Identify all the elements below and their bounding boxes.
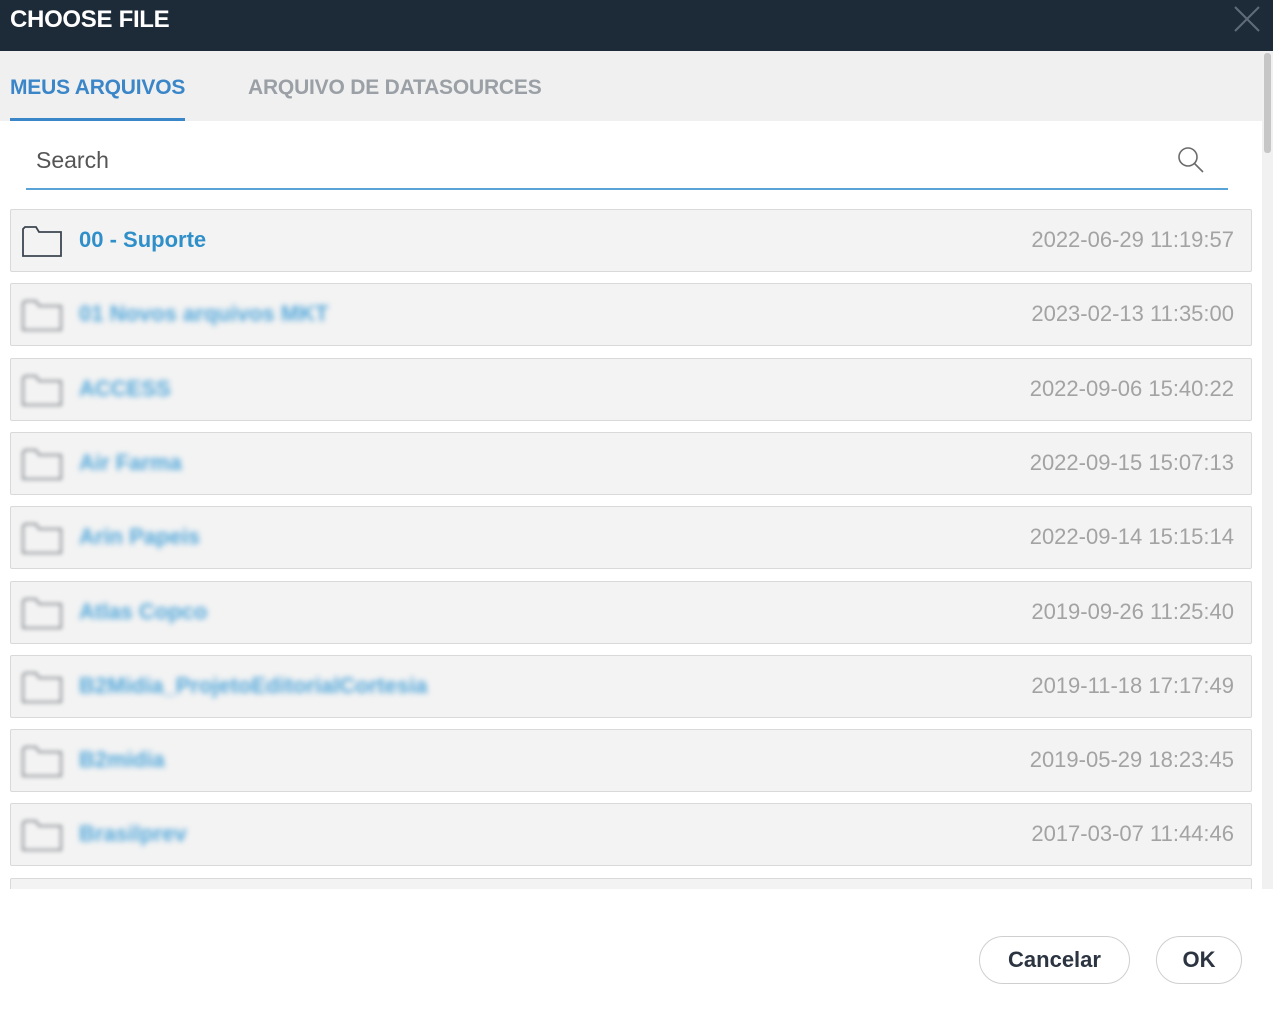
- close-icon[interactable]: [1232, 4, 1262, 34]
- file-name: Arin Papeis: [79, 524, 201, 549]
- folder-icon: [21, 743, 63, 779]
- dialog-title: CHOOSE FILE: [10, 6, 170, 33]
- file-row[interactable]: ACCESS 2022-09-06 15:40:22: [10, 358, 1252, 421]
- search-input[interactable]: [26, 135, 1166, 185]
- file-name: B2midia: [79, 747, 165, 772]
- search-bar: [26, 135, 1228, 190]
- tab-arquivo-de-datasources[interactable]: ARQUIVO DE DATASOURCES: [248, 73, 542, 121]
- file-row[interactable]: Brasilprev 2017-03-07 11:44:46: [10, 803, 1252, 866]
- file-row[interactable]: [10, 878, 1252, 889]
- folder-icon: [21, 223, 63, 259]
- folder-icon: [21, 520, 63, 556]
- file-row[interactable]: B2midia 2019-05-29 18:23:45: [10, 729, 1252, 792]
- folder-icon: [21, 595, 63, 631]
- folder-icon: [21, 817, 63, 853]
- file-row[interactable]: B2Midia_ProjetoEditorialCortesia 2019-11-…: [10, 655, 1252, 718]
- file-date: 2019-05-29 18:23:45: [1029, 747, 1234, 772]
- file-name: Air Farma: [79, 450, 182, 475]
- file-date: 2017-03-07 11:44:46: [1031, 821, 1234, 846]
- file-name: B2Midia_ProjetoEditorialCortesia: [79, 673, 428, 698]
- scrollbar-thumb[interactable]: [1264, 53, 1271, 153]
- file-row[interactable]: Air Farma 2022-09-15 15:07:13: [10, 432, 1252, 495]
- file-date: 2022-09-15 15:07:13: [1029, 450, 1234, 475]
- file-date: 2019-09-26 11:25:40: [1031, 599, 1234, 624]
- file-date: 2022-09-06 15:40:22: [1029, 376, 1234, 401]
- choose-file-dialog: CHOOSE FILE MEUS ARQUIVOS ARQUIVO DE DAT…: [0, 0, 1273, 1009]
- file-date: 2022-06-29 11:19:57: [1031, 227, 1234, 252]
- file-date: 2019-11-18 17:17:49: [1031, 673, 1234, 698]
- file-name: ACCESS: [79, 376, 171, 401]
- file-list: 00 - Suporte 2022-06-29 11:19:57 01 Novos …: [0, 200, 1262, 889]
- file-row[interactable]: Atlas Copco 2019-09-26 11:25:40: [10, 581, 1252, 644]
- folder-icon: [21, 446, 63, 482]
- file-date: 2023-02-13 11:35:00: [1031, 301, 1234, 326]
- dialog-title-bar: CHOOSE FILE: [0, 0, 1273, 51]
- scrollbar[interactable]: [1262, 51, 1273, 889]
- file-row[interactable]: Arin Papeis 2022-09-14 15:15:14: [10, 506, 1252, 569]
- file-row[interactable]: 01 Novos arquivos MKT 2023-02-13 11:35:00: [10, 283, 1252, 346]
- folder-icon: [21, 669, 63, 705]
- file-row[interactable]: 00 - Suporte 2022-06-29 11:19:57: [10, 209, 1252, 272]
- file-date: 2022-09-14 15:15:14: [1029, 524, 1234, 549]
- tab-meus-arquivos[interactable]: MEUS ARQUIVOS: [10, 73, 185, 121]
- file-name: Atlas Copco: [79, 599, 208, 624]
- cancel-button[interactable]: Cancelar: [979, 936, 1130, 984]
- search-icon[interactable]: [1176, 145, 1206, 175]
- file-name: 00 - Suporte: [79, 227, 207, 252]
- file-name: 01 Novos arquivos MKT: [79, 301, 329, 326]
- folder-icon: [21, 372, 63, 408]
- tab-bar: MEUS ARQUIVOS ARQUIVO DE DATASOURCES: [0, 51, 1262, 121]
- ok-button[interactable]: OK: [1156, 936, 1242, 984]
- folder-icon: [21, 297, 63, 333]
- file-name: Brasilprev: [79, 821, 187, 846]
